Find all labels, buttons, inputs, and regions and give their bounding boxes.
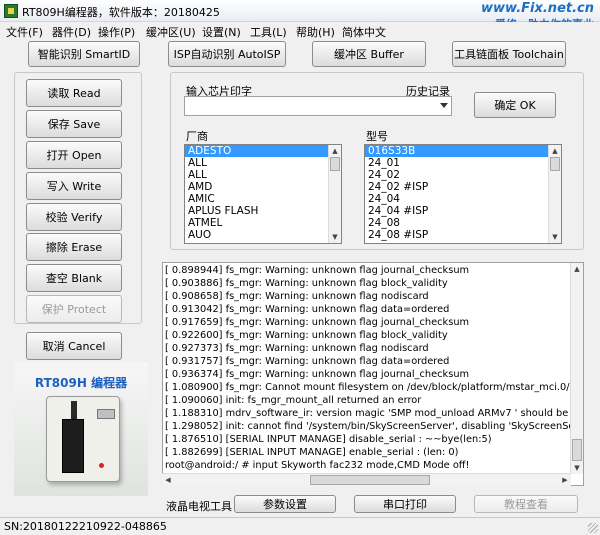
log-line: [ 0.927373] fs_mgr: Warning: unknown fla… [165,343,429,354]
dropdown-arrow-icon[interactable] [440,103,448,108]
vendor-item[interactable]: APLUS FLASH [185,205,341,217]
device-body [46,396,120,482]
write-button[interactable]: 写入 Write [26,172,122,200]
log-line: [ 0.908658] fs_mgr: Warning: unknown fla… [165,291,429,302]
scroll-up-icon[interactable]: ▲ [329,145,341,157]
verify-button[interactable]: 校验 Verify [26,203,122,231]
model-item[interactable]: 016S33B [365,145,561,157]
menu-help[interactable]: 帮助(H) [296,24,335,40]
read-button[interactable]: 读取 Read [26,79,122,107]
model-scrollbar[interactable]: ▲ ▼ [548,145,561,243]
log-line: [ 0.917659] fs_mgr: Warning: unknown fla… [165,317,470,328]
menu-file[interactable]: 文件(F) [6,24,43,40]
zif-socket [62,419,84,473]
log-line: [ 1.882699] [SERIAL INPUT MANAGE] enable… [165,447,459,458]
tutorial-button[interactable]: 教程查看 [474,495,578,513]
save-button[interactable]: 保存 Save [26,110,122,138]
window-title: RT809H编程器，软件版本：20180425 [22,6,220,19]
vendor-listbox[interactable]: ADESTO ALL ALL AMD AMIC APLUS FLASH ATME… [184,144,342,244]
menu-device[interactable]: 器件(D) [52,24,91,40]
menu-buffer[interactable]: 缓冲区(U) [146,24,196,40]
vendor-item[interactable]: ALL [185,169,341,181]
serial-print-button[interactable]: 串口打印 [354,495,456,513]
blank-button[interactable]: 查空 Blank [26,264,122,292]
model-item[interactable]: 24_02 #ISP [365,181,561,193]
log-horizontal-scrollbar[interactable]: ◀ ▶ [162,473,571,486]
chip-marking-input[interactable] [184,96,452,116]
menu-settings[interactable]: 设置(N) [202,24,241,40]
menu-tools[interactable]: 工具(L) [250,24,287,40]
open-button[interactable]: 打开 Open [26,141,122,169]
params-settings-button[interactable]: 参数设置 [234,495,336,513]
log-line: [ 0.898944] fs_mgr: Warning: unknown fla… [165,265,470,276]
scroll-thumb[interactable] [310,475,430,485]
erase-button[interactable]: 擦除 Erase [26,233,122,261]
vendor-label: 厂商 [186,130,208,143]
scroll-up-icon[interactable]: ▲ [571,263,583,275]
log-line: [ 1.090060] init: fs_mgr_mount_all retur… [165,395,422,406]
log-line: [ 1.298052] init: cannot find '/system/b… [165,421,571,432]
model-item[interactable]: 24_04 [365,193,561,205]
log-lines: [ 0.898944] fs_mgr: Warning: unknown fla… [165,264,571,472]
scroll-thumb[interactable] [550,157,560,171]
model-listbox[interactable]: 016S33B 24_01 24_02 24_02 #ISP 24_04 24_… [364,144,562,244]
resize-grip-icon[interactable] [588,523,598,533]
model-item[interactable]: 24_04 #ISP [365,205,561,217]
vendor-scrollbar[interactable]: ▲ ▼ [328,145,341,243]
status-bar: SN:20180122210922-048865 [0,517,600,535]
model-label: 型号 [366,130,388,143]
serial-number: SN:20180122210922-048865 [4,520,167,533]
log-line: [ 0.931757] fs_mgr: Warning: unknown fla… [165,356,450,367]
scroll-thumb[interactable] [330,157,340,171]
log-line: [ 0.903886] fs_mgr: Warning: unknown fla… [165,278,448,289]
toolchain-button[interactable]: 工具链面板 Toolchain [452,41,566,67]
menu-language[interactable]: 简体中文 [342,24,386,40]
protect-button[interactable]: 保护 Protect [26,295,122,323]
programmer-device-image: RT809H 编程器 [14,362,148,496]
log-line: [ 1.876510] [SERIAL INPUT MANAGE] disabl… [165,434,492,445]
status-led [99,463,104,468]
log-vertical-scrollbar[interactable]: ▲ ▼ [570,263,583,474]
log-line: [ 0.913042] fs_mgr: Warning: unknown fla… [165,304,450,315]
vendor-item[interactable]: AUO [185,229,341,241]
scroll-thumb[interactable] [572,439,582,461]
usb-port [97,409,115,419]
cancel-button[interactable]: 取消 Cancel [26,332,122,360]
log-line: [ 1.188310] mdrv_software_ir: version ma… [165,408,571,419]
log-line: root@android:/ # input Skyworth fac232 m… [165,460,470,471]
model-item[interactable]: 24_08 [365,217,561,229]
smartid-button[interactable]: 智能识别 SmartID [28,41,140,67]
scroll-right-icon[interactable]: ▶ [559,474,571,486]
log-line: [ 0.936374] fs_mgr: Warning: unknown fla… [165,369,470,380]
vendor-item[interactable]: ATMEL [185,217,341,229]
lcd-tv-tools-label: 液晶电视工具 [166,500,232,513]
scroll-down-icon[interactable]: ▼ [549,231,561,243]
device-label: RT809H 编程器 [34,376,128,390]
model-item[interactable]: 24_01 [365,157,561,169]
scroll-left-icon[interactable]: ◀ [162,474,174,486]
model-item[interactable]: 24_08 #ISP [365,229,561,241]
log-line: [ 1.080900] fs_mgr: Cannot mount filesys… [165,382,571,393]
menu-bar: 文件(F) 器件(D) 操作(P) 缓冲区(U) 设置(N) 工具(L) 帮助(… [0,22,600,40]
watermark-url: www.Fix.net.cn [481,1,594,16]
vendor-item[interactable]: ALL [185,157,341,169]
scroll-down-icon[interactable]: ▼ [329,231,341,243]
model-item[interactable]: 24_02 [365,169,561,181]
scroll-up-icon[interactable]: ▲ [549,145,561,157]
vendor-item[interactable]: AMIC [185,193,341,205]
title-bar: RT809H编程器，软件版本：20180425 www.Fix.net.cn 爱… [0,0,600,31]
vendor-item[interactable]: AMD [185,181,341,193]
log-line: [ 0.922600] fs_mgr: Warning: unknown fla… [165,330,448,341]
vendor-item[interactable]: ADESTO [185,145,341,157]
autoisp-button[interactable]: ISP自动识别 AutoISP [168,41,286,67]
confirm-ok-button[interactable]: 确定 OK [474,92,556,118]
log-output[interactable]: [ 0.898944] fs_mgr: Warning: unknown fla… [162,262,584,486]
menu-operation[interactable]: 操作(P) [98,24,135,40]
buffer-button[interactable]: 缓冲区 Buffer [312,41,426,67]
app-icon [4,4,18,18]
scroll-down-icon[interactable]: ▼ [571,462,583,474]
